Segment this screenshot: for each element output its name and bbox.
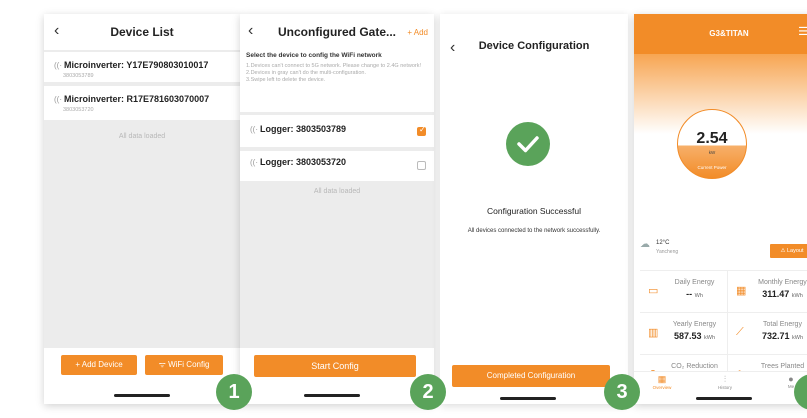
logger-name: Logger: 3803503789 <box>260 124 347 134</box>
logger-item[interactable]: ((· Logger: 3803053720 <box>240 151 434 181</box>
completed-configuration-button[interactable]: Completed Configuration <box>452 365 610 387</box>
config-message: All devices connected to the network suc… <box>467 228 601 234</box>
step-badge: 1 <box>216 374 252 410</box>
stat-unit: kWh <box>791 293 803 299</box>
signal-icon: ((· <box>54 61 62 70</box>
add-gateway-link[interactable]: + Add <box>407 28 428 37</box>
stat-tile: ▥ Yearly Energy 587.53 kWh <box>640 313 727 354</box>
power-gauge: 2.54 kW Current Power <box>677 109 747 179</box>
stat-label: Yearly Energy <box>672 321 717 328</box>
stat-label: Trees Planted <box>760 363 805 370</box>
stat-label: Daily Energy <box>674 279 715 286</box>
signal-icon: ((· <box>250 158 258 167</box>
power-value: 2.54 <box>696 130 728 147</box>
stat-label: Total Energy <box>763 321 802 328</box>
cloud-icon: ☁ <box>640 239 650 250</box>
wifi-config-button[interactable]: ᯤ WiFi Config <box>145 355 223 375</box>
layout-button[interactable]: ⚠ Layout <box>770 244 807 258</box>
power-label: Current Power <box>697 165 727 170</box>
home-indicator <box>304 394 360 397</box>
home-indicator <box>114 394 170 397</box>
signal-icon: ((· <box>54 95 62 104</box>
logger-checkbox[interactable] <box>417 161 426 170</box>
trend-icon: ⟋ <box>736 326 744 338</box>
instruction-note: 2.Devices in gray can't do the multi-con… <box>246 70 366 76</box>
page-title: Unconfigured Gate... <box>277 25 396 39</box>
instructions-title: Select the device to config the WiFi net… <box>246 52 382 59</box>
calendar-month-icon: ▦ <box>736 285 747 297</box>
instruction-note: 1.Devices can't connect to 5G network. P… <box>246 63 422 69</box>
stat-value: 732.71 <box>761 331 790 341</box>
instruction-note: 3.Swipe left to delete the device. <box>246 77 326 83</box>
device-serial: 3803053720 <box>63 107 94 113</box>
stat-value: -- <box>686 289 693 299</box>
stat-unit: Wh <box>694 293 703 299</box>
unconfigured-gateway-screen: ‹ Unconfigured Gate... + Add Select the … <box>240 14 434 404</box>
all-loaded-text: All data loaded <box>313 188 361 195</box>
stat-tile: ⟋ Total Energy 732.71 kWh <box>728 313 807 354</box>
stat-tile: ▭ Daily Energy -- Wh <box>640 271 727 312</box>
step-badge: 3 <box>604 374 640 410</box>
page-title: Device Configuration <box>478 40 590 52</box>
stat-unit: kWh <box>792 335 804 341</box>
overview-header: G3&TITAN ☰ <box>634 14 807 54</box>
logger-checkbox-checked[interactable] <box>417 125 426 136</box>
step-badge: 2 <box>410 374 446 410</box>
nav-overview[interactable]: ▦ Overview <box>647 374 677 390</box>
config-status: Configuration Successful <box>486 206 582 216</box>
nav-label: Overview <box>652 385 672 390</box>
device-item[interactable]: ((· Microinverter: R17E781603070007 38030… <box>44 86 240 120</box>
device-serial: 3803053789 <box>63 73 94 79</box>
wifi-config-label: WiFi Config <box>168 360 210 369</box>
bar-chart-icon: ▥ <box>648 327 659 339</box>
plant-name: G3&TITAN <box>709 29 749 38</box>
plant-overview-screen: G3&TITAN ☰ 2.54 kW Current Power ☁ 12°C … <box>634 14 807 404</box>
add-device-button[interactable]: + Add Device <box>61 355 137 375</box>
gateway-header: ‹ Unconfigured Gate... + Add <box>240 14 434 50</box>
back-arrow-icon[interactable]: ‹ <box>450 40 455 56</box>
device-name: Microinverter: Y17E790803010017 <box>64 60 209 70</box>
menu-icon[interactable]: ☰ <box>798 25 807 38</box>
nav-label: History <box>717 385 732 390</box>
home-indicator <box>500 397 556 400</box>
all-loaded-text: All data loaded <box>118 133 166 140</box>
history-icon: ⫶ <box>723 374 727 384</box>
success-check-icon <box>506 122 550 166</box>
stat-label: Monthly Energy <box>758 279 807 286</box>
back-arrow-icon[interactable]: ‹ <box>248 23 253 39</box>
start-config-button[interactable]: Start Config <box>254 355 416 377</box>
stat-tile: ▦ Monthly Energy 311.47 kWh <box>728 271 807 312</box>
logger-item[interactable]: ((· Logger: 3803503789 <box>240 115 434 147</box>
layout-label: Layout <box>786 248 804 254</box>
device-configuration-screen: ‹ Device Configuration Configuration Suc… <box>440 14 628 404</box>
device-item[interactable]: ((· Microinverter: Y17E790803010017 38030… <box>44 52 240 82</box>
calendar-icon: ▭ <box>648 285 659 297</box>
device-list-header: ‹ Device List <box>44 14 240 50</box>
page-title: Device List <box>110 25 174 39</box>
temperature: 12°C <box>656 240 670 246</box>
config-header: ‹ Device Configuration <box>440 14 628 78</box>
device-list-screen: ‹ Device List ((· Microinverter: Y17E7908… <box>44 14 240 404</box>
stat-label: CO₂ Reduction <box>671 363 718 370</box>
city: Yancheng <box>656 249 679 255</box>
instructions: Select the device to config the WiFi net… <box>246 52 428 84</box>
power-unit: kW <box>708 150 716 155</box>
home-indicator <box>696 397 752 400</box>
device-name: Microinverter: R17E781603070007 <box>64 94 210 104</box>
tutorial-canvas: ‹ Device List ((· Microinverter: Y17E7908… <box>0 0 807 418</box>
nav-history[interactable]: ⫶ History <box>710 374 740 390</box>
stat-value: 587.53 <box>673 331 702 341</box>
back-arrow-icon[interactable]: ‹ <box>54 23 59 39</box>
wifi-icon: ᯤ <box>158 360 169 369</box>
stat-unit: kWh <box>704 335 716 341</box>
logger-name: Logger: 3803053720 <box>260 157 347 167</box>
stat-value: 311.47 <box>762 289 790 299</box>
signal-icon: ((· <box>250 125 258 134</box>
overview-icon: ▦ <box>657 374 667 384</box>
